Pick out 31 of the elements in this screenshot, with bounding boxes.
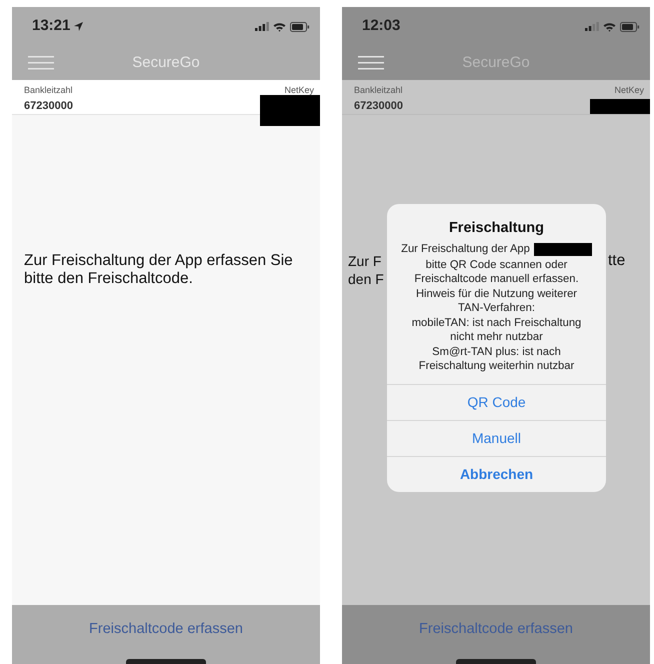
status-time: 12:03 [362, 16, 400, 36]
battery-icon [290, 22, 310, 32]
redaction-box [534, 242, 592, 256]
alert-button[interactable]: Manuell [387, 420, 606, 456]
instruction-text: tte [608, 252, 626, 270]
instruction-text: Zur F den F [348, 252, 384, 288]
bank-code: 67230000 [24, 98, 73, 114]
field-label: NetKey [614, 84, 644, 97]
wifi-icon [273, 22, 286, 32]
enter-code-button[interactable]: Freischaltcode erfassen [89, 619, 243, 641]
bank-code: 67230000 [354, 98, 403, 114]
battery-icon [620, 22, 640, 32]
alert-title: Freischaltung [448, 219, 546, 238]
field-label: Bankleitzahl [24, 84, 73, 97]
status-time: 13:21 [32, 16, 70, 36]
wifi-icon [603, 22, 616, 32]
signal-icon [585, 22, 599, 31]
alert-button[interactable]: QR Code [387, 384, 606, 420]
redaction-box [590, 99, 650, 114]
field-label: NetKey [284, 84, 314, 97]
app-title: SecureGo [131, 52, 201, 73]
menu-icon [358, 56, 384, 70]
enter-code-button[interactable]: Freischaltcode erfassen [419, 619, 573, 641]
redaction-box [260, 95, 320, 126]
menu-icon [28, 56, 54, 70]
alert-message: bitte QR Code scannen oder Freischaltcode manuell erfassen. Hinweis für die Nutzung weiterer TAN-Verfahren: mobileTAN: ist nach Freischaltung nicht mehr nutzbar Sm@rt-TAN plus: ist nach Freischaltung weiterhin nutzbar [410, 258, 582, 374]
signal-icon [255, 22, 269, 31]
alert-message: Zur Freischaltung der App [401, 242, 530, 257]
alert-button[interactable]: Abbrechen [387, 456, 606, 492]
instruction-text: Zur Freischaltung der App erfassen Sie bitte den Freischaltcode. [23, 252, 294, 288]
field-label: Bankleitzahl [354, 84, 403, 97]
